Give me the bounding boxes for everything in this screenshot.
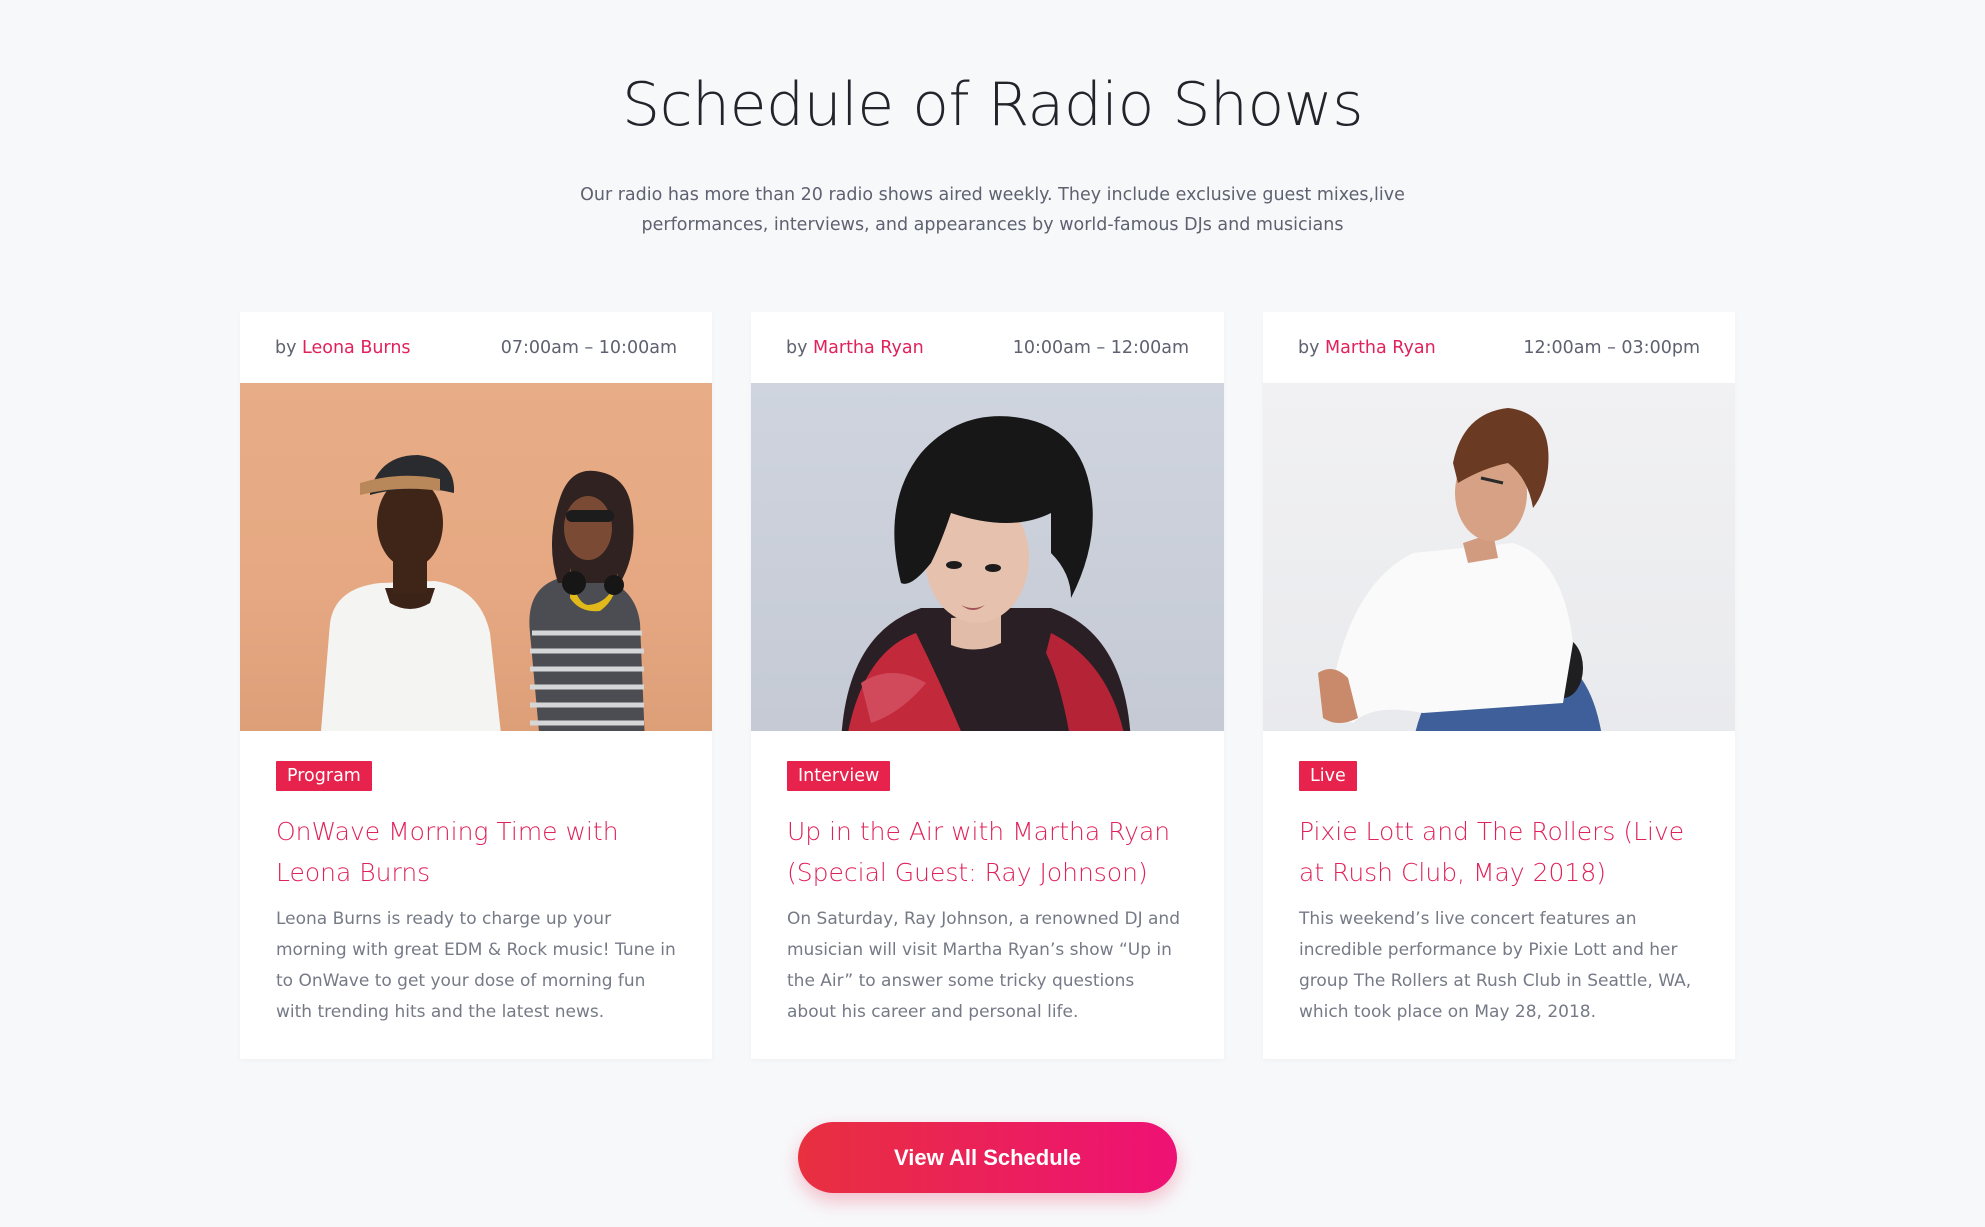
show-host: by Martha Ryan [1298, 338, 1436, 358]
show-meta: by Martha Ryan 12:00am – 03:00pm [1263, 312, 1735, 383]
photo-illustration-two-people [321, 455, 645, 731]
show-description: On Saturday, Ray Johnson, a renowned DJ … [787, 909, 1180, 1022]
by-label: by [275, 337, 297, 358]
by-label: by [1298, 337, 1320, 358]
section-title: Schedule of Radio Shows [621, 70, 1364, 140]
show-title[interactable]: Up in the Air with Martha Ryan (Special … [787, 811, 1188, 893]
subtitle-line-1: Our radio has more than 20 radio shows a… [580, 185, 1405, 205]
show-host: by Martha Ryan [786, 338, 924, 358]
show-photo[interactable] [751, 383, 1224, 731]
host-link[interactable]: Leona Burns [302, 338, 411, 358]
category-badge[interactable]: Live [1299, 761, 1357, 791]
show-time: 12:00am – 03:00pm [1523, 337, 1700, 358]
show-card[interactable]: by Martha Ryan 10:00am – 12:00am Intervi… [751, 312, 1224, 1059]
show-meta: by Leona Burns 07:00am – 10:00am [240, 312, 712, 383]
host-link[interactable]: Martha Ryan [1325, 338, 1436, 358]
show-photo[interactable] [1263, 383, 1735, 731]
show-description: Leona Burns is ready to charge up your m… [276, 909, 676, 1022]
show-title[interactable]: OnWave Morning Time with Leona Burns [276, 811, 676, 893]
section-subtitle: Our radio has more than 20 radio shows a… [560, 180, 1425, 240]
show-time: 07:00am – 10:00am [500, 337, 677, 358]
show-body: Live Pixie Lott and The Rollers (Live at… [1263, 731, 1735, 1028]
show-photo[interactable] [240, 383, 712, 731]
photo-illustration-man-crouching [1318, 408, 1602, 731]
show-card[interactable]: by Martha Ryan 12:00am – 03:00pm Live Pi… [1263, 312, 1735, 1059]
category-badge[interactable]: Program [276, 761, 372, 791]
show-card[interactable]: by Leona Burns 07:00am – 10:00am Program… [240, 312, 712, 1059]
show-description: This weekend’s live concert features an … [1299, 909, 1692, 1022]
subtitle-line-2: performances, interviews, and appearance… [641, 215, 1344, 235]
show-time: 10:00am – 12:00am [1012, 337, 1189, 358]
host-link[interactable]: Martha Ryan [813, 338, 924, 358]
view-all-schedule-button[interactable]: View All Schedule [798, 1122, 1177, 1193]
category-badge[interactable]: Interview [787, 761, 891, 791]
show-meta: by Martha Ryan 10:00am – 12:00am [751, 312, 1224, 383]
show-body: Interview Up in the Air with Martha Ryan… [751, 731, 1224, 1028]
schedule-section: Schedule of Radio Shows Our radio has mo… [0, 0, 1985, 1227]
show-title[interactable]: Pixie Lott and The Rollers (Live at Rush… [1299, 811, 1699, 893]
by-label: by [786, 337, 808, 358]
show-host: by Leona Burns [275, 338, 411, 358]
photo-illustration-woman-bob-hair [841, 416, 1131, 731]
show-body: Program OnWave Morning Time with Leona B… [240, 731, 712, 1028]
